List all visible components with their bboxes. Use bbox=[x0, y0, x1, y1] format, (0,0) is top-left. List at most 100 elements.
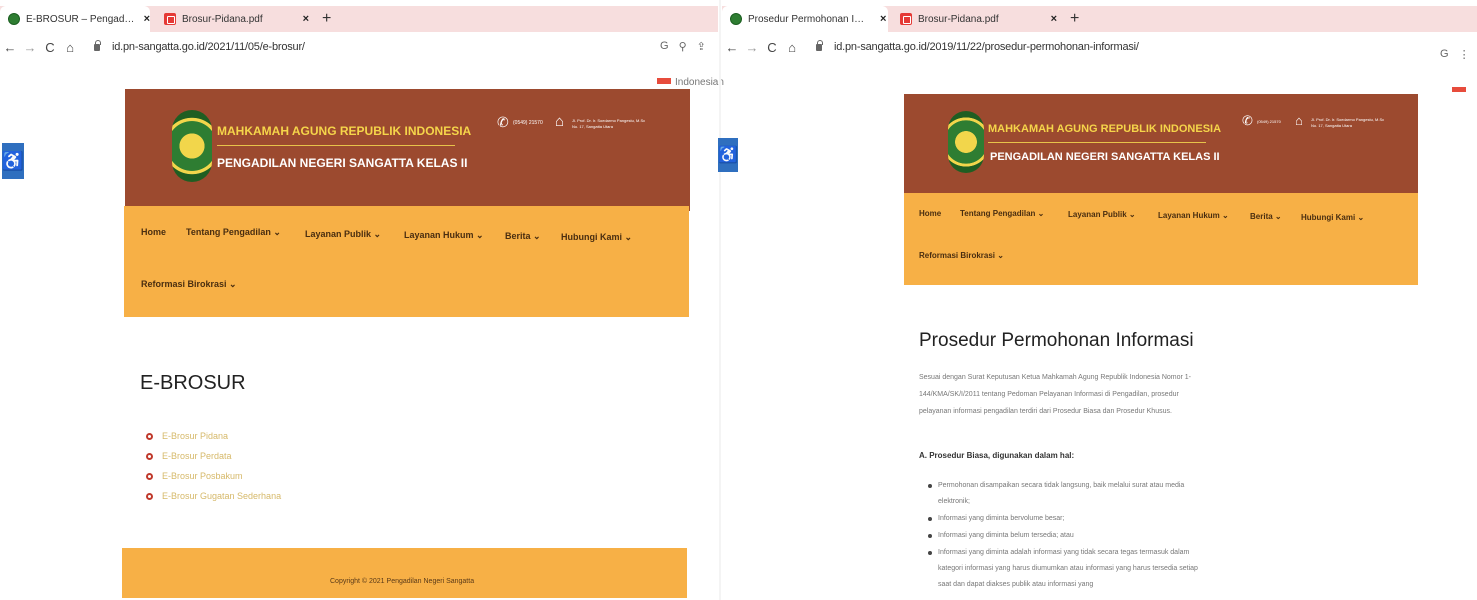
list-item[interactable]: E-Brosur Pidana bbox=[146, 426, 281, 446]
brochure-list: E-Brosur Pidana E-Brosur Perdata E-Brosu… bbox=[146, 426, 281, 506]
new-tab-button[interactable]: + bbox=[1070, 10, 1079, 28]
phone-number[interactable]: (0549) 21570 bbox=[1257, 119, 1281, 124]
back-icon[interactable]: ← bbox=[0, 40, 20, 55]
accessibility-icon[interactable]: ♿ bbox=[2, 143, 24, 179]
language-switcher[interactable]: Indonesian bbox=[675, 77, 724, 88]
supreme-court-title: MAHKAMAH AGUNG REPUBLIK INDONESIA bbox=[217, 124, 472, 138]
share-icon[interactable]: ⇪ bbox=[697, 40, 706, 53]
pdf-icon bbox=[164, 13, 176, 25]
nav-tentang-pengadilan[interactable]: Tentang Pengadilan ⌄ bbox=[960, 209, 1044, 218]
condition-list: Permohonan disampaikan secara tidak lang… bbox=[928, 478, 1213, 594]
page-title: Prosedur Permohonan Informasi bbox=[919, 330, 1194, 351]
pdf-icon bbox=[900, 13, 912, 25]
tab-brosur-pidana[interactable]: Brosur-Pidana.pdf × bbox=[892, 6, 1060, 32]
reload-icon[interactable]: C bbox=[40, 40, 60, 55]
address-line-2: No. 17, Sangatta Utara bbox=[572, 124, 613, 129]
nav-hubungi-kami[interactable]: Hubungi Kami ⌄ bbox=[561, 232, 632, 243]
building-icon: ⌂ bbox=[1295, 113, 1303, 128]
nav-home[interactable]: Home bbox=[141, 227, 166, 237]
court-name: PENGADILAN NEGERI SANGATTA KELAS II bbox=[990, 151, 1220, 163]
extension-icon[interactable]: ⋮ bbox=[1459, 48, 1470, 61]
tab-e-brosur[interactable]: E-BROSUR – Pengadilan Neger × bbox=[0, 6, 150, 32]
brochure-link[interactable]: E-Brosur Perdata bbox=[162, 451, 232, 461]
court-favicon-icon bbox=[730, 13, 742, 25]
court-logo[interactable] bbox=[172, 110, 212, 182]
accessibility-icon[interactable]: ♿ bbox=[718, 138, 738, 172]
list-item[interactable]: E-Brosur Posbakum bbox=[146, 466, 281, 486]
forward-icon[interactable]: → bbox=[742, 40, 762, 55]
tab-close-button[interactable]: × bbox=[303, 13, 309, 25]
brochure-link[interactable]: E-Brosur Gugatan Sederhana bbox=[162, 491, 281, 501]
court-name: PENGADILAN NEGERI SANGATTA KELAS II bbox=[217, 156, 468, 170]
flag-icon bbox=[657, 78, 671, 84]
tab-prosedur-permohonan[interactable]: Prosedur Permohonan Informasi × bbox=[722, 6, 888, 32]
nav-hubungi-kami[interactable]: Hubungi Kami ⌄ bbox=[1301, 213, 1364, 222]
list-item: Informasi yang diminta bervolume besar; bbox=[928, 511, 1213, 527]
bullet-icon bbox=[146, 492, 153, 500]
nav-tentang-pengadilan[interactable]: Tentang Pengadilan ⌄ bbox=[186, 227, 281, 238]
url-input[interactable]: id.pn-sangatta.go.id/2019/11/22/prosedur… bbox=[834, 41, 1139, 53]
main-nav: Home Tentang Pengadilan ⌄ Layanan Publik… bbox=[904, 193, 1418, 285]
nav-home[interactable]: Home bbox=[919, 209, 941, 218]
browser-action-icons: G ⋮ bbox=[1440, 48, 1470, 61]
flag-icon bbox=[1452, 87, 1466, 92]
window-divider bbox=[719, 0, 721, 600]
court-logo[interactable] bbox=[948, 111, 984, 173]
supreme-court-title: MAHKAMAH AGUNG REPUBLIK INDONESIA bbox=[988, 123, 1222, 135]
site-header: MAHKAMAH AGUNG REPUBLIK INDONESIA PENGAD… bbox=[904, 94, 1418, 200]
brochure-link[interactable]: E-Brosur Posbakum bbox=[162, 471, 243, 481]
address-bar-left: ← → C ⌂ id.pn-sangatta.go.id/2021/11/05/… bbox=[0, 36, 718, 58]
tab-close-button[interactable]: × bbox=[1051, 13, 1057, 25]
list-item: Permohonan disampaikan secara tidak lang… bbox=[928, 478, 1213, 510]
tab-title: Brosur-Pidana.pdf bbox=[182, 13, 263, 25]
nav-layanan-publik[interactable]: Layanan Publik ⌄ bbox=[1068, 210, 1136, 219]
header-divider bbox=[217, 145, 455, 146]
intro-paragraph: Sesuai dengan Surat Keputusan Ketua Mahk… bbox=[919, 374, 1192, 415]
nav-reformasi-birokrasi[interactable]: Reformasi Birokrasi ⌄ bbox=[141, 279, 237, 290]
address-bar-right: ← → C ⌂ id.pn-sangatta.go.id/2019/11/22/… bbox=[722, 36, 1477, 61]
bullet-icon bbox=[146, 472, 153, 480]
home-icon[interactable]: ⌂ bbox=[782, 40, 802, 55]
copyright-text: Copyright © 2021 Pengadilan Negeri Sanga… bbox=[330, 578, 475, 585]
nav-berita[interactable]: Berita ⌄ bbox=[1250, 212, 1282, 221]
brochure-link[interactable]: E-Brosur Pidana bbox=[162, 431, 228, 441]
tab-strip-left: E-BROSUR – Pengadilan Neger × Brosur-Pid… bbox=[0, 6, 718, 32]
google-icon[interactable]: G bbox=[660, 40, 669, 53]
page-title: E-BROSUR bbox=[140, 372, 246, 394]
list-item: Informasi yang diminta adalah informasi … bbox=[928, 545, 1213, 593]
nav-layanan-hukum[interactable]: Layanan Hukum ⌄ bbox=[404, 230, 484, 241]
tab-title: E-BROSUR – Pengadilan Neger bbox=[26, 13, 136, 25]
phone-icon: ✆ bbox=[497, 114, 509, 130]
nav-reformasi-birokrasi[interactable]: Reformasi Birokrasi ⌄ bbox=[919, 251, 1004, 260]
zoom-icon[interactable]: ⚲ bbox=[679, 40, 687, 53]
list-item: Informasi yang diminta belum tersedia; a… bbox=[928, 528, 1213, 544]
tab-close-button[interactable]: × bbox=[880, 13, 886, 25]
nav-berita[interactable]: Berita ⌄ bbox=[505, 231, 541, 242]
site-header: MAHKAMAH AGUNG REPUBLIK INDONESIA PENGAD… bbox=[125, 89, 690, 211]
nav-layanan-hukum[interactable]: Layanan Hukum ⌄ bbox=[1158, 211, 1229, 220]
url-input[interactable]: id.pn-sangatta.go.id/2021/11/05/e-brosur… bbox=[112, 41, 305, 53]
tab-title: Brosur-Pidana.pdf bbox=[918, 13, 999, 25]
reload-icon[interactable]: C bbox=[762, 40, 782, 55]
address-line-1: Jl. Prof. Dr. Ir. Soedarmo Pangestu, M.S… bbox=[572, 118, 646, 123]
list-item[interactable]: E-Brosur Perdata bbox=[146, 446, 281, 466]
tab-close-button[interactable]: × bbox=[144, 13, 150, 25]
back-icon[interactable]: ← bbox=[722, 40, 742, 55]
address-line-1: Jl. Prof. Dr. Ir. Soedarmo Pangestu, M.S… bbox=[1311, 117, 1385, 122]
phone-icon: ✆ bbox=[1242, 113, 1253, 128]
bullet-icon bbox=[146, 452, 153, 460]
site-footer: Copyright © 2021 Pengadilan Negeri Sanga… bbox=[122, 548, 687, 598]
browser-action-icons: G ⚲ ⇪ bbox=[660, 40, 706, 53]
nav-layanan-publik[interactable]: Layanan Publik ⌄ bbox=[305, 229, 381, 240]
header-divider bbox=[988, 142, 1206, 143]
new-tab-button[interactable]: + bbox=[322, 10, 331, 28]
home-icon[interactable]: ⌂ bbox=[60, 40, 80, 55]
phone-number[interactable]: (0549) 21570 bbox=[513, 120, 543, 126]
lock-icon[interactable] bbox=[816, 39, 823, 51]
forward-icon[interactable]: → bbox=[20, 40, 40, 55]
tab-strip-right: Prosedur Permohonan Informasi × Brosur-P… bbox=[722, 6, 1477, 32]
list-item[interactable]: E-Brosur Gugatan Sederhana bbox=[146, 486, 281, 506]
tab-brosur-pidana[interactable]: Brosur-Pidana.pdf × bbox=[156, 6, 316, 32]
lock-icon[interactable] bbox=[94, 39, 101, 51]
google-icon[interactable]: G bbox=[1440, 48, 1449, 61]
